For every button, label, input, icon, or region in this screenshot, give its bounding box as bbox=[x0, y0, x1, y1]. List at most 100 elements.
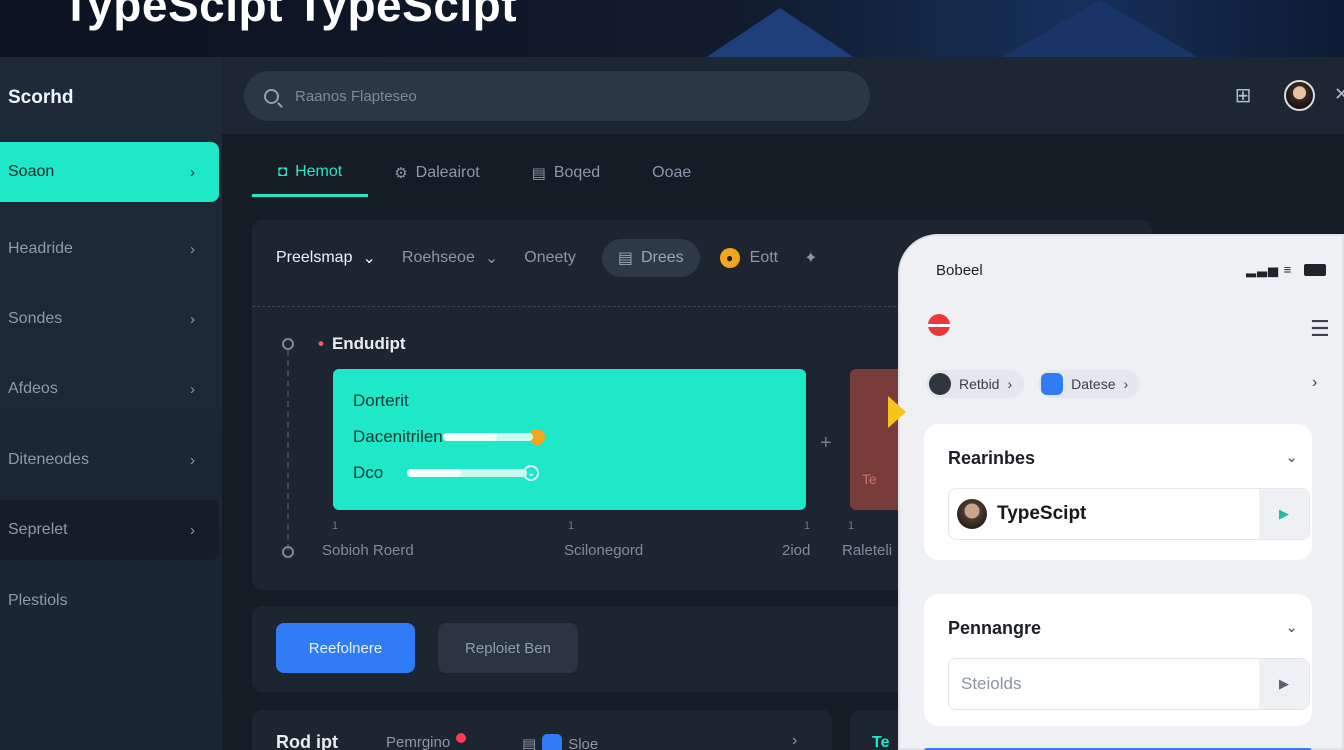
battery-icon bbox=[1304, 264, 1326, 276]
sidebar-item-label: Sondes bbox=[8, 310, 63, 327]
tab-bar: ◘ Hemot ⚙ Daleairot ▤ Boqed Ooae bbox=[252, 149, 717, 197]
tab-ooae[interactable]: Ooae bbox=[626, 149, 717, 197]
notification-dot bbox=[456, 732, 467, 743]
chevron-right-icon[interactable]: › bbox=[1312, 374, 1317, 392]
search-bar[interactable] bbox=[244, 71, 870, 121]
status-dot: • bbox=[318, 334, 324, 353]
chip-label: Drees bbox=[640, 249, 684, 266]
status-bar-title: Bobeel bbox=[936, 262, 983, 279]
field-placeholder: Steiolds bbox=[961, 674, 1022, 693]
coin-icon: ● bbox=[719, 248, 740, 268]
axis-label: 2iod bbox=[782, 542, 811, 559]
file-icon bbox=[1041, 373, 1064, 395]
signal-icon: ▂▃▅ ≡ bbox=[1246, 262, 1293, 277]
sidebar-item-label: Headride bbox=[8, 240, 73, 257]
tab-label: Boqed bbox=[553, 164, 601, 181]
bottom-panel-item-label: Pemrgino bbox=[386, 734, 451, 750]
calendar-icon: ▤ bbox=[617, 250, 633, 267]
card-title: Rearinbes bbox=[948, 448, 1036, 468]
progress-bar bbox=[407, 469, 528, 477]
pin-icon[interactable]: ✦ bbox=[804, 248, 817, 268]
action-panel: Reefolnere Reploiet Ben bbox=[252, 606, 912, 692]
axis-label: Raleteli bbox=[842, 542, 893, 559]
sidebar-item-headride[interactable]: Headride › bbox=[0, 219, 219, 279]
search-input[interactable] bbox=[295, 87, 795, 105]
gold-filter[interactable]: ● Eott bbox=[719, 248, 778, 268]
breadcrumb-item[interactable]: Retbid › bbox=[926, 370, 1025, 398]
sidebar-item-soaon[interactable]: Soaon › bbox=[0, 142, 219, 202]
timeline-title: • Endudipt bbox=[318, 334, 406, 354]
add-icon[interactable]: + bbox=[820, 432, 832, 455]
hamburger-menu-icon[interactable]: ☰ bbox=[1310, 316, 1330, 342]
pointer-arrow-icon bbox=[888, 396, 906, 428]
card-row-progress: Dco ⌄ bbox=[353, 463, 786, 483]
tab-hemot[interactable]: ◘ Hemot bbox=[252, 149, 369, 197]
document-icon: ▤ bbox=[531, 165, 546, 182]
chevron-right-icon: › bbox=[190, 310, 195, 328]
chevron-right-icon: › bbox=[190, 451, 195, 469]
sidebar-item-label: Diteneodes bbox=[8, 451, 89, 468]
drees-chip-button[interactable]: ▤ Drees bbox=[601, 239, 700, 277]
sidebar-item-afdeos[interactable]: Afdeos › bbox=[0, 359, 219, 419]
axis-tick: 1 bbox=[848, 520, 855, 532]
progress-fill bbox=[442, 433, 497, 441]
axis-label: Scilonegord bbox=[564, 542, 644, 559]
chevron-down-icon: ⌄ bbox=[362, 250, 376, 267]
banner-mountain-shape bbox=[690, 8, 870, 57]
chevron-right-icon: › bbox=[190, 163, 195, 181]
filter-bar: Preelsmap ⌄ Roehseoe ⌄ Oneety ▤ Drees ● … bbox=[276, 239, 844, 277]
sidebar-item-plestiols[interactable]: Plestiols bbox=[0, 571, 219, 631]
chevron-down-icon[interactable]: ⌄ bbox=[1285, 448, 1298, 466]
sidebar-item-seprelet[interactable]: Seprelet › bbox=[0, 500, 219, 560]
close-icon[interactable]: ✕ bbox=[1334, 84, 1344, 105]
breadcrumb-item[interactable]: Datese › bbox=[1038, 370, 1141, 398]
tab-label: Daleairot bbox=[415, 164, 480, 181]
filter-label: Roehseoe bbox=[401, 249, 475, 266]
grid-icon[interactable]: ⊞ bbox=[1232, 85, 1254, 107]
play-icon[interactable]: ▶ bbox=[1259, 489, 1309, 539]
sidebar-item-label: Afdeos bbox=[8, 380, 58, 397]
chevron-right-icon[interactable]: › bbox=[792, 732, 797, 750]
breadcrumb-label: Datese bbox=[1071, 376, 1116, 392]
phone-card-pennangre: Pennangre ⌄ Steiolds ▶ bbox=[924, 594, 1312, 726]
timeline-line bbox=[287, 350, 289, 550]
sidebar-item-sondes[interactable]: Sondes › bbox=[0, 289, 219, 349]
chevron-right-icon: › bbox=[1123, 376, 1129, 392]
sidebar-item-label: Plestiols bbox=[8, 592, 68, 609]
axis-tick: 1 bbox=[804, 520, 811, 532]
tab-label: Hemot bbox=[295, 162, 343, 180]
card-row-title: Dorterit bbox=[353, 391, 409, 410]
sidebar-item-diteneodes[interactable]: Diteneodes › bbox=[0, 430, 219, 490]
phone-card-rearinbes: Rearinbes ⌄ TypeScipt ▶ bbox=[924, 424, 1312, 560]
filter-dropdown-roehseoe[interactable]: Roehseoe ⌄ bbox=[402, 248, 498, 268]
bottom-panel-item[interactable]: ▤ Sloe bbox=[522, 734, 598, 750]
tab-boqed[interactable]: ▤ Boqed bbox=[506, 149, 626, 197]
filter-dropdown-preelsmap[interactable]: Preelsmap ⌄ bbox=[276, 248, 376, 268]
primary-button[interactable]: Reefolnere bbox=[276, 623, 415, 673]
secondary-button[interactable]: Reploiet Ben bbox=[438, 623, 578, 673]
card-title: Pennangre bbox=[948, 618, 1042, 638]
breadcrumb-label: Retbid bbox=[959, 376, 1000, 392]
filter-oneety[interactable]: Oneety bbox=[524, 249, 576, 267]
chevron-right-icon: › bbox=[190, 521, 195, 539]
mobile-preview-panel: Bobeel ▂▃▅ ≡ ☰ Retbid › Datese › › Reari… bbox=[888, 234, 1344, 750]
play-icon[interactable]: ▶ bbox=[1259, 659, 1309, 709]
settings-icon: ⚙ bbox=[394, 165, 408, 182]
breadcrumb: Retbid › Datese › bbox=[926, 370, 1141, 398]
text-field[interactable]: Steiolds ▶ bbox=[948, 658, 1310, 710]
axis-tick: 1 bbox=[568, 520, 575, 532]
timeline-card[interactable]: Dorterit Dacenitrilen Dco ⌄ bbox=[333, 369, 806, 510]
bottom-panel-item[interactable]: Pemrgino bbox=[386, 732, 467, 750]
blue-square-icon bbox=[542, 734, 563, 750]
user-select-field[interactable]: TypeScipt ▶ bbox=[948, 488, 1310, 540]
chevron-down-icon: ⌄ bbox=[484, 250, 499, 267]
filter-label: Oneety bbox=[524, 249, 576, 266]
banner-title: TypeScipt TypeScipt bbox=[62, 0, 518, 31]
axis-tick: 1 bbox=[332, 520, 339, 532]
top-bar: ⊞ ✕ bbox=[222, 57, 1344, 134]
avatar[interactable] bbox=[1284, 80, 1315, 111]
progress-label: Dco bbox=[353, 463, 384, 482]
chevron-down-icon[interactable]: ⌄ bbox=[1285, 618, 1298, 636]
tab-daleairot[interactable]: ⚙ Daleairot bbox=[368, 149, 505, 197]
chevron-right-icon: › bbox=[190, 380, 195, 398]
